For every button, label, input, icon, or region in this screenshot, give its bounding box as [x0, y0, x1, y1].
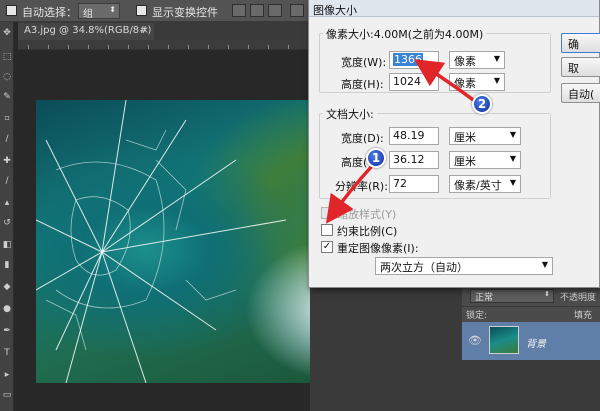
callout-marker-1: 1	[366, 148, 386, 168]
callout-marker-2: 2	[472, 94, 492, 114]
arrow-to-width-field	[414, 59, 478, 104]
annotation-arrows	[325, 59, 478, 224]
arrow-to-constrain-checkbox	[325, 164, 374, 224]
